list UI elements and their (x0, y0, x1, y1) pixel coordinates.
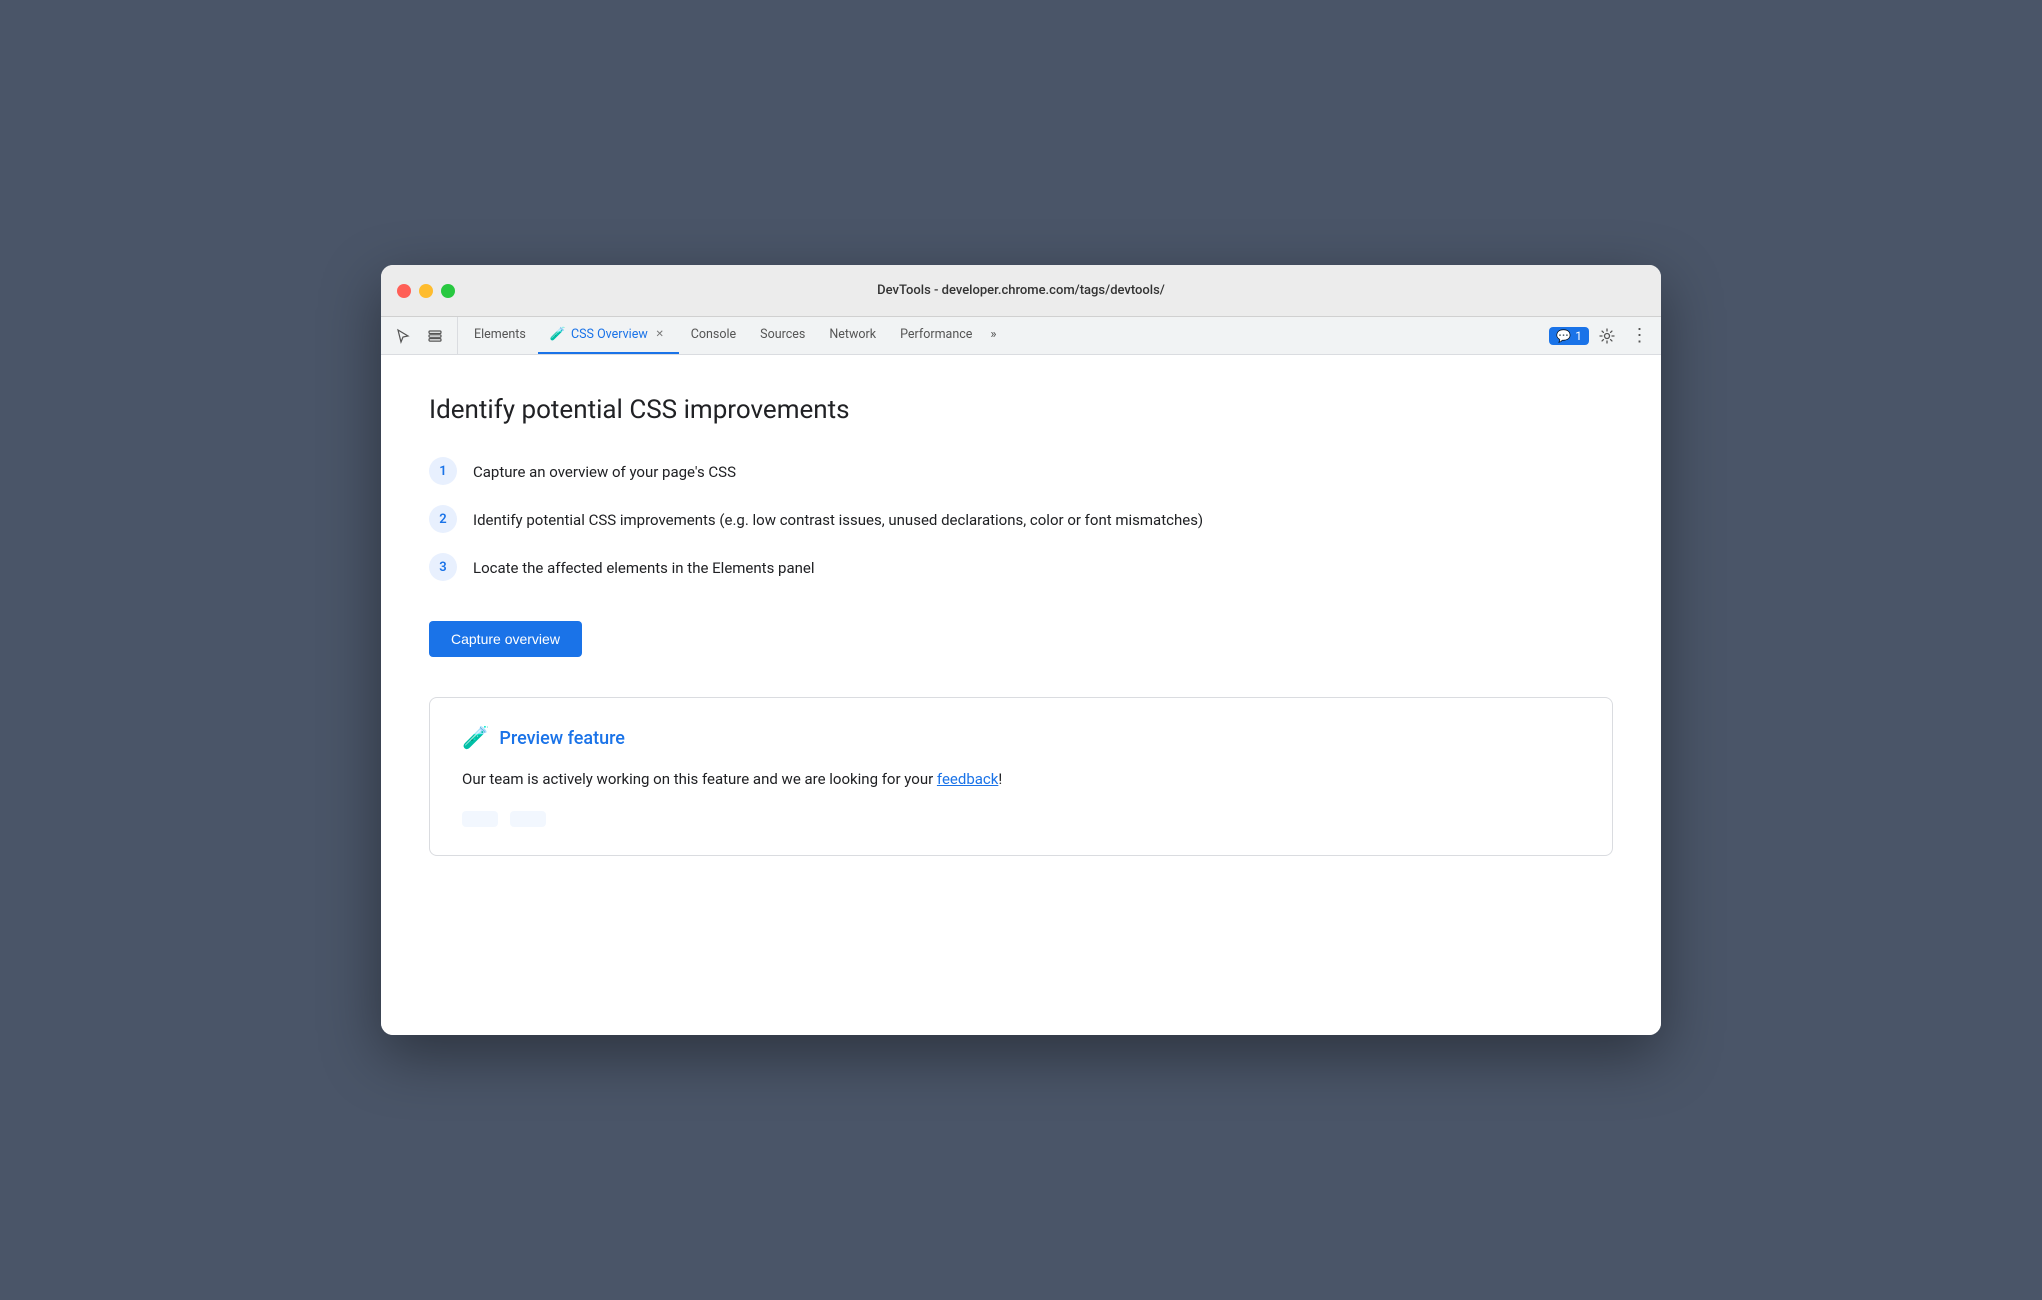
step-text-1: Capture an overview of your page's CSS (473, 457, 736, 484)
steps-list: 1 Capture an overview of your page's CSS… (429, 457, 1613, 581)
minimize-button[interactable] (419, 284, 433, 298)
more-options-button[interactable]: ⋮ (1625, 322, 1653, 350)
preview-button-2[interactable] (510, 811, 546, 827)
toolbar-icon-group (389, 317, 458, 354)
notification-badge[interactable]: 💬 1 (1549, 327, 1589, 345)
flask-icon: 🧪 (550, 327, 566, 342)
traffic-lights (397, 284, 455, 298)
preview-body-text: Our team is actively working on this fea… (462, 767, 1580, 791)
preview-card: 🧪 Preview feature Our team is actively w… (429, 697, 1613, 856)
preview-title: Preview feature (499, 728, 625, 749)
tab-close-icon[interactable]: ✕ (653, 328, 667, 342)
step-number-3: 3 (429, 553, 457, 581)
maximize-button[interactable] (441, 284, 455, 298)
cursor-icon-button[interactable] (389, 322, 417, 350)
more-icon: ⋮ (1631, 325, 1648, 346)
preview-header: 🧪 Preview feature (462, 726, 1580, 751)
list-item: 1 Capture an overview of your page's CSS (429, 457, 1613, 485)
step-text-3: Locate the affected elements in the Elem… (473, 553, 815, 580)
tab-elements[interactable]: Elements (462, 317, 538, 354)
step-number-2: 2 (429, 505, 457, 533)
close-button[interactable] (397, 284, 411, 298)
titlebar: DevTools - developer.chrome.com/tags/dev… (381, 265, 1661, 317)
tab-performance[interactable]: Performance (888, 317, 984, 354)
settings-icon-button[interactable] (1593, 322, 1621, 350)
layers-icon-button[interactable] (421, 322, 449, 350)
notification-count: 1 (1575, 329, 1582, 343)
more-tabs-button[interactable]: » (984, 317, 1002, 354)
preview-flask-icon: 🧪 (462, 726, 489, 751)
step-number-1: 1 (429, 457, 457, 485)
tab-css-overview[interactable]: 🧪 CSS Overview ✕ (538, 317, 679, 354)
list-item: 3 Locate the affected elements in the El… (429, 553, 1613, 581)
toolbar-right: 💬 1 ⋮ (1541, 317, 1653, 354)
step-text-2: Identify potential CSS improvements (e.g… (473, 505, 1203, 532)
main-content: Identify potential CSS improvements 1 Ca… (381, 355, 1661, 1035)
notification-icon: 💬 (1556, 329, 1571, 343)
preview-footer (462, 811, 1580, 827)
tab-network[interactable]: Network (817, 317, 888, 354)
tab-sources[interactable]: Sources (748, 317, 817, 354)
tab-console[interactable]: Console (679, 317, 748, 354)
titlebar-url: DevTools - developer.chrome.com/tags/dev… (877, 283, 1165, 298)
page-title: Identify potential CSS improvements (429, 395, 1613, 425)
feedback-link[interactable]: feedback (937, 770, 998, 788)
tab-list: Elements 🧪 CSS Overview ✕ Console Source… (462, 317, 1541, 354)
preview-button-1[interactable] (462, 811, 498, 827)
devtools-window: DevTools - developer.chrome.com/tags/dev… (381, 265, 1661, 1035)
devtools-toolbar: Elements 🧪 CSS Overview ✕ Console Source… (381, 317, 1661, 355)
capture-overview-button[interactable]: Capture overview (429, 621, 582, 657)
list-item: 2 Identify potential CSS improvements (e… (429, 505, 1613, 533)
